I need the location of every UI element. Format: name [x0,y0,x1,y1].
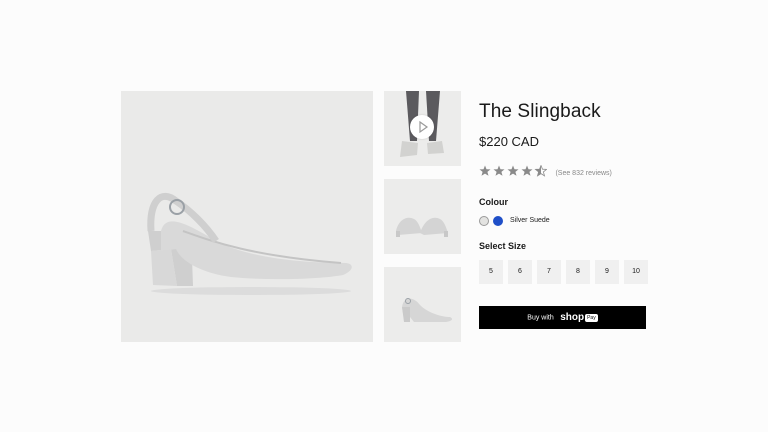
product-rating[interactable]: (See 832 reviews) [479,164,612,178]
colour-label: Colour [479,197,508,207]
buy-label: Buy with [527,314,554,322]
play-icon[interactable] [410,115,434,139]
reviews-link[interactable]: (See 832 reviews) [555,170,611,177]
size-options: 5 6 7 8 9 10 [479,260,653,284]
size-option[interactable]: 8 [566,260,590,284]
size-option[interactable]: 9 [595,260,619,284]
product-title: The Slingback [479,101,601,122]
star-icon [493,165,505,176]
main-product-image [121,91,373,342]
swatch-blue[interactable] [493,215,503,226]
size-option[interactable]: 6 [508,260,532,284]
swatch-silver[interactable] [479,215,489,226]
thumbnail-pair-view[interactable] [384,179,461,254]
rating-stars [479,164,548,182]
thumbnail-video[interactable] [384,91,461,166]
star-half-icon [534,164,548,177]
buy-with-shop-pay-button[interactable]: Buy with shop Pay [479,306,646,329]
thumbnail-side-view[interactable] [384,267,461,342]
colour-swatches: Silver Suede [479,212,550,226]
size-option[interactable]: 5 [479,260,503,284]
size-option[interactable]: 10 [624,260,648,284]
pay-badge: Pay [585,313,598,322]
selected-colour-name: Silver Suede [510,217,550,225]
size-option[interactable]: 7 [537,260,561,284]
shop-logo: shop [560,312,585,324]
product-price: $220 CAD [479,134,539,149]
star-icon [479,165,491,176]
star-icon [507,165,519,176]
star-icon [521,165,533,176]
size-label: Select Size [479,241,527,251]
